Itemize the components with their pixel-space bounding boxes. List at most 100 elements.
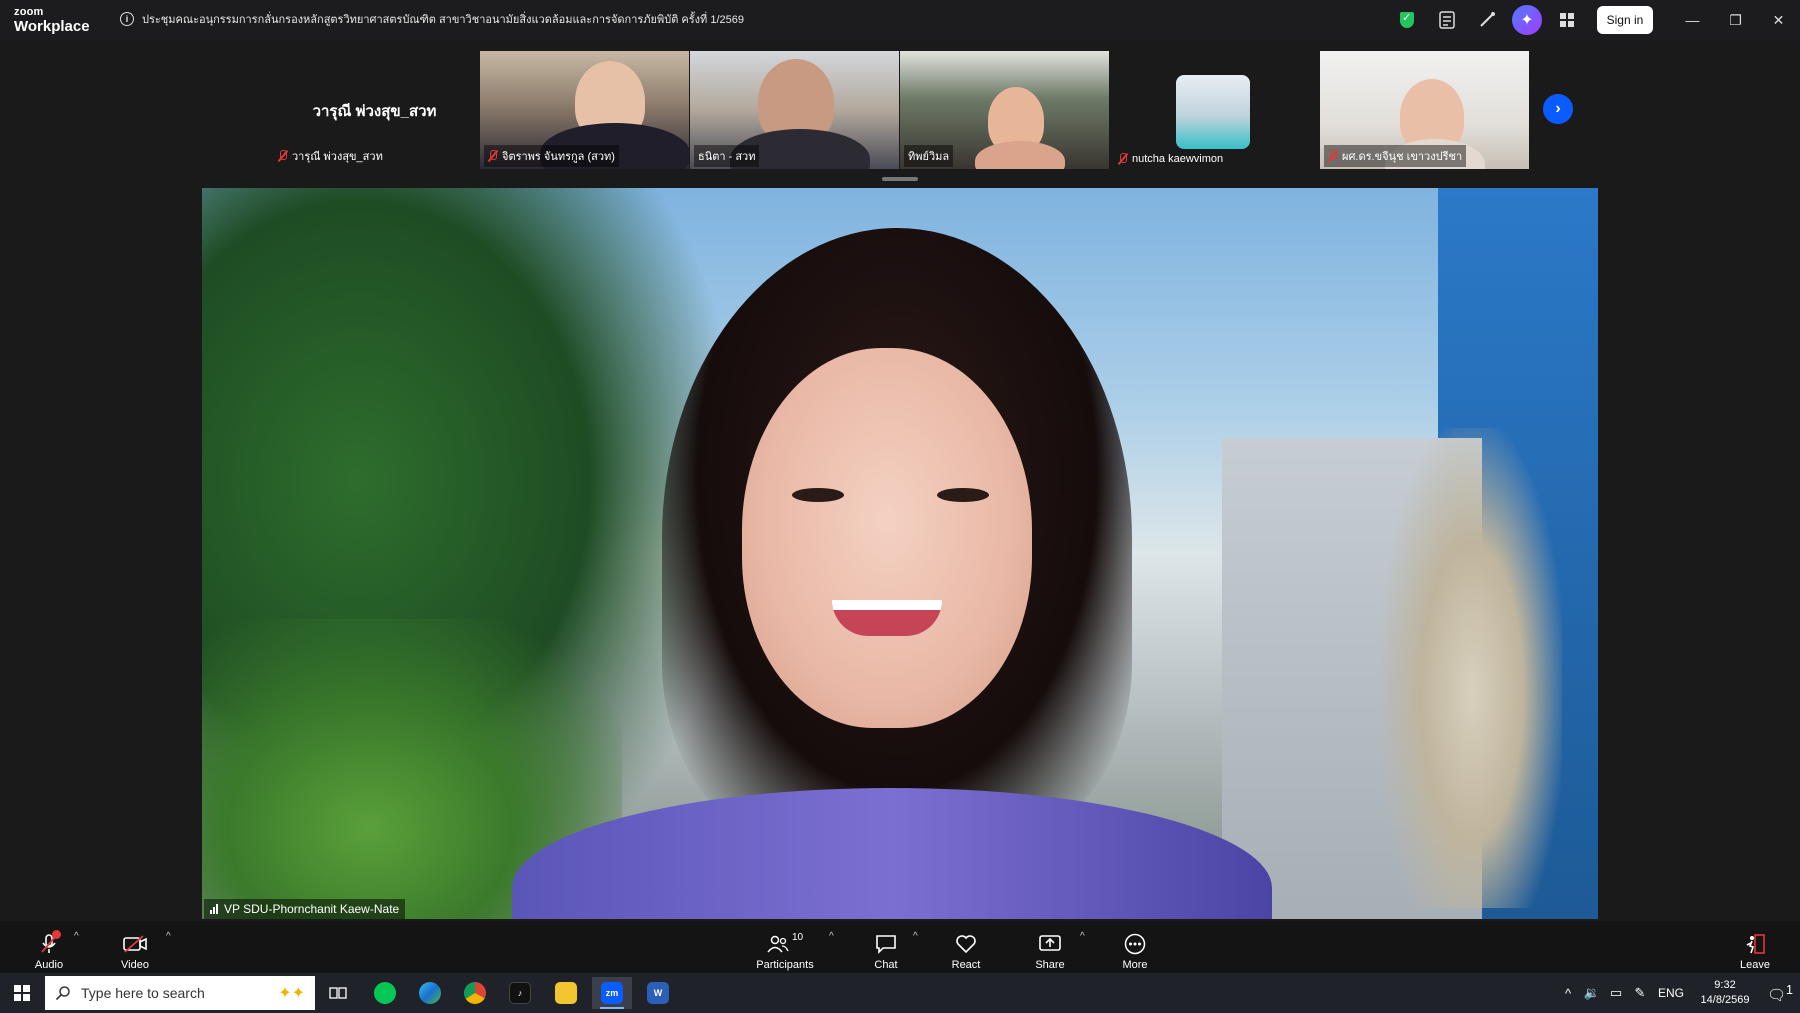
notifications-button[interactable]: 🗨1: [1760, 983, 1800, 1004]
chat-options-caret[interactable]: ^: [913, 931, 918, 942]
tiktok-icon: ♪: [509, 982, 531, 1004]
titlebar-actions: ✦ Sign in — ❐ ✕: [1387, 0, 1800, 40]
clock-date: 14/8/2569: [1700, 994, 1750, 1006]
notes-icon[interactable]: [1427, 0, 1467, 40]
tray-chevron-up-icon[interactable]: ^: [1556, 986, 1580, 1001]
participants-button[interactable]: 10 Participants: [749, 925, 821, 971]
chrome-icon: [464, 982, 486, 1004]
system-tray: ^ 🔉 ▭ ✎ ENG 9:32 14/8/2569 🗨1: [1556, 973, 1800, 1013]
clock-time: 9:32: [1714, 979, 1736, 991]
participant-tile[interactable]: ทิพย์วิมล: [900, 51, 1109, 169]
audio-options-caret[interactable]: ^: [74, 931, 79, 942]
taskbar-app-chrome[interactable]: [455, 977, 495, 1009]
close-button[interactable]: ✕: [1757, 0, 1800, 40]
avatar: [1176, 75, 1250, 149]
notification-icon: 🗨: [1767, 986, 1787, 1004]
participant-name: nutcha kaewvimon: [1132, 153, 1224, 165]
task-view-button[interactable]: [318, 977, 358, 1009]
participant-tile[interactable]: จิตราพร จันทรกูล (สวท): [480, 51, 689, 169]
participant-name-label: จิตราพร จันทรกูล (สวท): [484, 145, 619, 167]
participant-tile[interactable]: ธนิตา - สวท: [690, 51, 899, 169]
taskbar-app-word[interactable]: W: [638, 977, 678, 1009]
microphone-muted-icon: [41, 930, 61, 956]
participant-strip: วารุณี พ่วงสุข_สวท วารุณี พ่วงสุข_สวท จิ…: [0, 40, 1800, 181]
zoom-logo: zoom Workplace: [14, 7, 94, 35]
taskbar-search[interactable]: Type here to search ✦✦: [45, 976, 315, 1010]
taskbar-app-line[interactable]: [365, 977, 405, 1009]
meeting-title: ประชุมคณะอนุกรรมการกลั่นกรองหลักสูตรวิทย…: [142, 14, 744, 26]
participant-name: วารุณี พ่วงสุข_สวท: [292, 151, 383, 163]
speaker-image: [742, 348, 1032, 728]
taskbar-app-zoom[interactable]: zm: [592, 977, 632, 1009]
taskbar-app-edge[interactable]: [410, 977, 450, 1009]
participant-name-label: วารุณี พ่วงสุข_สวท: [274, 145, 387, 167]
share-label: Share: [1035, 959, 1065, 971]
volume-icon[interactable]: 🔉: [1580, 985, 1604, 1001]
share-button[interactable]: Share: [1015, 925, 1085, 971]
speaker-image: [937, 488, 989, 502]
participants-label: Participants: [756, 959, 814, 971]
ai-companion-button[interactable]: ✦: [1507, 0, 1547, 40]
participant-tile[interactable]: ผศ.ดร.ขจีนุช เขาวงปรีชา: [1320, 51, 1529, 169]
participant-name-label: nutcha kaewvimon: [1114, 151, 1227, 167]
participant-name-label: ธนิตา - สวท: [694, 145, 760, 167]
chat-icon: [875, 932, 897, 956]
participant-name-label: ผศ.ดร.ขจีนุช เขาวงปรีชา: [1324, 145, 1467, 167]
participant-video-body: [975, 141, 1065, 169]
mic-muted-icon: [1328, 150, 1338, 162]
sign-in-button[interactable]: Sign in: [1597, 6, 1653, 34]
share-options-caret[interactable]: ^: [1080, 931, 1085, 942]
search-icon: [55, 986, 70, 1001]
participant-name: ทิพย์วิมล: [908, 151, 950, 163]
start-button[interactable]: [0, 973, 44, 1013]
video-label: Video: [121, 959, 149, 971]
taskbar-app-tiktok[interactable]: ♪: [500, 977, 540, 1009]
more-button[interactable]: More: [1100, 925, 1170, 971]
word-icon: W: [647, 982, 669, 1004]
meeting-info[interactable]: i ประชุมคณะอนุกรรมการกลั่นกรองหลักสูตรวิ…: [120, 10, 744, 28]
pen-icon[interactable]: ✎: [1628, 985, 1652, 1001]
mic-muted-icon: [488, 150, 498, 162]
react-button[interactable]: React: [931, 925, 1001, 971]
restore-button[interactable]: ❐: [1714, 0, 1757, 40]
participant-name: ธนิตา - สวท: [698, 151, 756, 163]
encryption-shield-icon[interactable]: [1387, 0, 1427, 40]
network-icon[interactable]: ▭: [1604, 985, 1628, 1001]
mic-muted-icon: [1118, 153, 1128, 165]
video-off-icon: [123, 932, 147, 956]
task-view-icon: [329, 987, 347, 999]
participants-icon: 10: [767, 932, 803, 956]
logo-workplace-text: Workplace: [14, 18, 90, 35]
windows-logo-icon: [14, 985, 30, 1001]
participants-count: 10: [791, 932, 804, 943]
connection-signal-icon: [210, 904, 218, 914]
notification-count: 1: [1786, 982, 1793, 997]
next-page-button[interactable]: ›: [1543, 94, 1573, 124]
participant-name-label: ทิพย์วิมล: [904, 145, 954, 167]
video-options-caret[interactable]: ^: [166, 931, 171, 942]
video-button[interactable]: Video: [100, 925, 170, 971]
chat-label: Chat: [874, 959, 898, 971]
title-bar: zoom Workplace i ประชุมคณะอนุกรรมการกลั่…: [0, 0, 1800, 40]
video-background: [1382, 428, 1562, 908]
meeting-toolbar: Audio ^ Video ^ 10 Participants ^ Chat ^…: [0, 921, 1800, 973]
apps-grid-icon[interactable]: [1547, 0, 1587, 40]
participants-options-caret[interactable]: ^: [829, 931, 834, 942]
whiteboard-pen-icon[interactable]: [1467, 0, 1507, 40]
folder-icon: [555, 982, 577, 1004]
taskbar-clock[interactable]: 9:32 14/8/2569: [1690, 978, 1760, 1008]
audio-label: Audio: [34, 959, 64, 971]
line-icon: [374, 982, 396, 1004]
taskbar-app-file-explorer[interactable]: [546, 977, 586, 1009]
participant-tile[interactable]: วารุณี พ่วงสุข_สวท วารุณี พ่วงสุข_สวท: [270, 51, 479, 169]
minimize-button[interactable]: —: [1671, 0, 1714, 40]
edge-icon: [419, 982, 441, 1004]
info-icon[interactable]: i: [120, 12, 134, 26]
active-speaker-video[interactable]: VP SDU-Phornchanit Kaew-Nate: [202, 188, 1598, 919]
leave-button[interactable]: Leave: [1720, 925, 1790, 971]
chat-button[interactable]: Chat: [851, 925, 921, 971]
participant-tile[interactable]: nutcha kaewvimon: [1110, 51, 1319, 169]
strip-resize-handle[interactable]: [882, 177, 918, 181]
input-language[interactable]: ENG: [1652, 986, 1690, 1000]
search-highlight-icon: ✦✦: [278, 985, 305, 1002]
